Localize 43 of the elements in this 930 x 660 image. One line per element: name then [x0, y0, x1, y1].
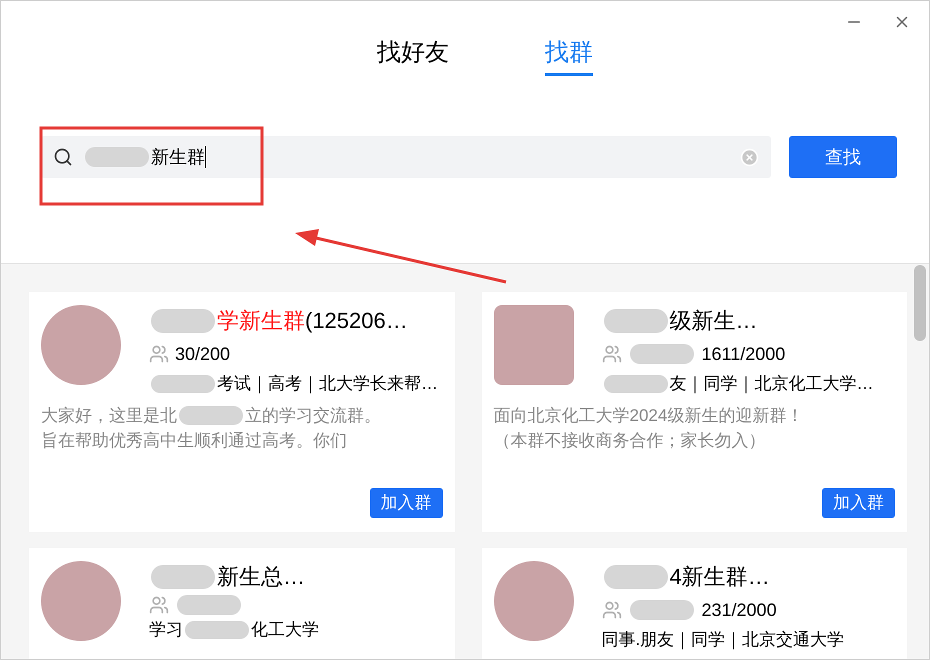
text: 学习 [149, 619, 183, 641]
people-icon [602, 600, 622, 620]
text: 立的学习交流群。 [245, 405, 381, 427]
text: 新生总… [217, 563, 305, 591]
text: 旨在帮助优秀高中生顺利通过高考。你们 [41, 430, 347, 452]
tab[interactable]: 找群 [545, 35, 593, 76]
join-group-button[interactable]: 加入群 [370, 488, 442, 518]
people-icon [602, 344, 622, 364]
search-field[interactable]: 新生群 [41, 136, 771, 178]
blurred-area [151, 374, 215, 394]
blurred-area [179, 406, 243, 425]
text: 1611/2000 [702, 343, 786, 366]
text: 面向北京化工大学2024级新生的迎新群！ [494, 405, 804, 427]
search-icon [53, 147, 73, 167]
text: 同事.朋友｜同学｜北京交通大学 [602, 629, 844, 652]
blurred-area [151, 308, 215, 334]
text: 化工大学 [251, 619, 319, 641]
blurred-area [604, 374, 668, 394]
scrollbar-thumb[interactable] [914, 265, 926, 341]
blurred-area [604, 564, 668, 590]
text: （本群不接收商务合作；家长勿入） [494, 430, 766, 452]
blurred-area [177, 595, 241, 615]
text: 231/2000 [702, 599, 777, 622]
text: 友｜同学｜北京化工大学… [670, 373, 874, 396]
tab[interactable]: 找好友 [377, 35, 449, 76]
join-group-button[interactable]: 加入群 [822, 488, 895, 518]
blurred-area [151, 564, 215, 590]
text: 考试｜高考｜北大学长来帮… [217, 373, 438, 396]
text: 30/200 [175, 343, 230, 366]
text: 4新生群… [670, 563, 770, 591]
blurred-area [630, 600, 694, 620]
blurred-area [630, 344, 694, 364]
blurred-area [85, 147, 149, 167]
text: (125206… [305, 307, 408, 335]
text: 新生群 [151, 146, 205, 168]
blurred-area [604, 308, 668, 334]
blurred-area [185, 620, 249, 640]
search-button[interactable]: 查找 [789, 136, 897, 178]
text: 大家好，这里是北 [41, 405, 177, 427]
people-icon [149, 344, 169, 364]
text: 学新生群 [217, 307, 305, 335]
people-icon [149, 595, 169, 615]
text: 级新生… [670, 307, 758, 335]
